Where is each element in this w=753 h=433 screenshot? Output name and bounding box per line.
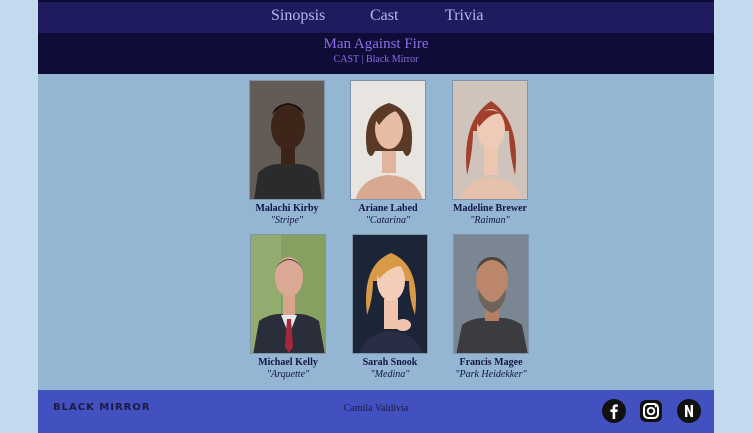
netflix-icon[interactable] bbox=[677, 399, 701, 423]
cast-name: Malachi Kirby bbox=[255, 203, 319, 214]
top-nav: Sinopsis Cast Trivia bbox=[38, 0, 714, 33]
facebook-icon[interactable] bbox=[602, 399, 626, 423]
cast-role: "Raiman" bbox=[470, 215, 510, 226]
cast-photo bbox=[352, 234, 428, 354]
cast-role: "Arquette" bbox=[266, 369, 310, 380]
nav-link-trivia[interactable]: Trivia bbox=[445, 7, 484, 25]
instagram-icon[interactable] bbox=[639, 399, 663, 423]
cast-photo bbox=[350, 80, 426, 200]
nav-link-cast[interactable]: Cast bbox=[370, 7, 398, 25]
cast-photo bbox=[452, 80, 528, 200]
cast-photo bbox=[453, 234, 529, 354]
page-header: Man Against Fire CAST | Black Mirror bbox=[38, 33, 714, 74]
cast-photo bbox=[249, 80, 325, 200]
cast-name: Ariane Labed bbox=[358, 203, 418, 214]
nav-link-sinopsis[interactable]: Sinopsis bbox=[271, 7, 325, 25]
page-subtitle: CAST | Black Mirror bbox=[333, 54, 419, 65]
page-footer: BLACK MIRROR Camila Valdivia bbox=[38, 390, 714, 433]
cast-role: "Medina" bbox=[370, 369, 410, 380]
page-title: Man Against Fire bbox=[323, 36, 429, 52]
cast-role: "Catarina" bbox=[365, 215, 411, 226]
cast-photo bbox=[250, 234, 326, 354]
page-container: Sinopsis Cast Trivia Man Against Fire CA… bbox=[38, 0, 714, 433]
cast-name: Sarah Snook bbox=[362, 357, 418, 368]
cast-name: Madeline Brewer bbox=[453, 203, 527, 214]
cast-role: "Park Heidekker" bbox=[455, 369, 527, 380]
cast-name: Francis Magee bbox=[459, 357, 523, 368]
cast-name: Michael Kelly bbox=[258, 357, 318, 368]
cast-role: "Stripe" bbox=[270, 215, 304, 226]
